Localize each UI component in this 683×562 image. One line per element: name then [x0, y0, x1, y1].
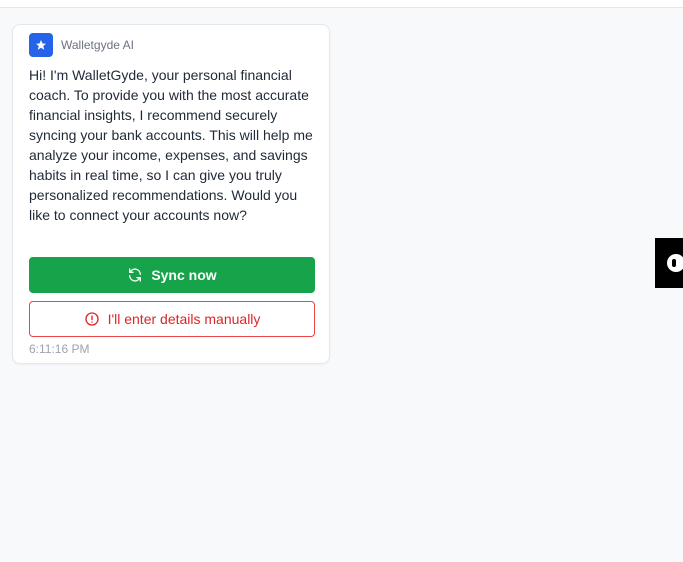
sync-now-label: Sync now: [151, 267, 217, 283]
enter-manually-label: I'll enter details manually: [107, 311, 261, 327]
sync-now-button[interactable]: Sync now: [29, 257, 315, 293]
message-timestamp: 6:11:16 PM: [29, 342, 90, 356]
chat-widget-icon: [667, 254, 683, 272]
sender-name: Walletgyde AI: [61, 38, 134, 52]
enter-manually-button[interactable]: I'll enter details manually: [29, 301, 315, 337]
refresh-icon: [127, 267, 143, 283]
avatar: [29, 33, 53, 57]
chat-widget-button[interactable]: [655, 238, 683, 288]
alert-circle-icon: [84, 311, 100, 327]
message-header: Walletgyde AI: [29, 33, 134, 57]
star-icon: [36, 40, 46, 50]
message-text: Hi! I'm WalletGyde, your personal financ…: [29, 67, 313, 223]
chat-message-card: Walletgyde AI Hi! I'm WalletGyde, your p…: [12, 24, 330, 364]
top-bar: [0, 0, 683, 8]
